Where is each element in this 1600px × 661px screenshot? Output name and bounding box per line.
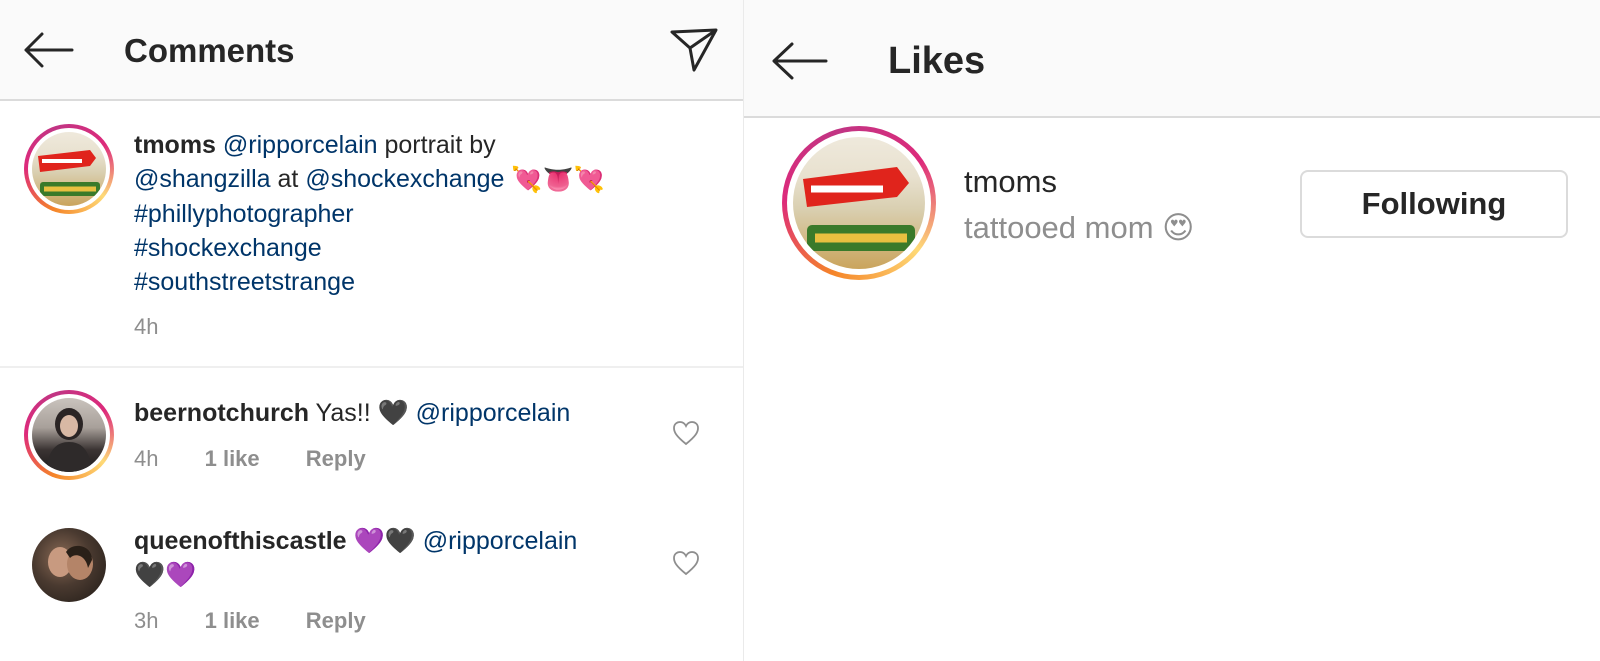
following-button[interactable]: Following bbox=[1300, 170, 1568, 238]
likes-header: Likes bbox=[744, 0, 1600, 118]
page-title: Comments bbox=[124, 32, 295, 69]
likes-count-link[interactable]: 1 like bbox=[205, 608, 260, 634]
heart-icon[interactable] bbox=[672, 550, 700, 576]
caption-text: portrait by bbox=[377, 131, 496, 159]
liker-username[interactable]: tmoms bbox=[964, 164, 1057, 200]
profile-photo-icon bbox=[46, 408, 92, 472]
profile-photo-icon bbox=[48, 545, 93, 580]
comment-timestamp: 3h bbox=[134, 608, 159, 633]
comment-body: Yas!! 🖤 bbox=[309, 399, 416, 427]
likes-panel: Likes bbox=[744, 0, 1600, 661]
emoji-text: 💘👅💘 bbox=[511, 166, 605, 195]
mention-link[interactable]: @ripporcelain bbox=[423, 527, 578, 555]
avatar[interactable] bbox=[32, 528, 106, 602]
comment-meta: 4h 1 like Reply bbox=[134, 446, 406, 472]
comment-body: 🖤💜 bbox=[134, 561, 197, 589]
comments-header: Comments bbox=[0, 0, 744, 101]
hashtag-link[interactable]: #shockexchange bbox=[134, 231, 694, 265]
liker-bio: tattooed mom 😍 bbox=[964, 210, 1195, 245]
avatar[interactable] bbox=[782, 126, 936, 280]
comment-text: queenofthiscastle 💜🖤 @ripporcelain 🖤💜 bbox=[134, 524, 654, 592]
mention-link[interactable]: @ripporcelain bbox=[223, 131, 378, 159]
comment-username[interactable]: queenofthiscastle bbox=[134, 527, 347, 555]
reply-button[interactable]: Reply bbox=[306, 446, 366, 472]
caption-username[interactable]: tmoms bbox=[134, 131, 216, 159]
sign-image-icon bbox=[38, 150, 100, 196]
back-arrow-icon[interactable] bbox=[770, 40, 828, 82]
heart-icon[interactable] bbox=[672, 420, 700, 446]
page-title: Likes bbox=[888, 40, 986, 82]
comment-timestamp: 4h bbox=[134, 446, 159, 471]
avatar[interactable] bbox=[24, 390, 114, 480]
comment-username[interactable]: beernotchurch bbox=[134, 399, 309, 427]
post-timestamp: 4h bbox=[134, 314, 159, 339]
send-icon[interactable] bbox=[668, 26, 720, 74]
post-caption: tmoms @ripporcelain portrait by @shangzi… bbox=[134, 128, 694, 299]
comment-text: beernotchurch Yas!! 🖤 @ripporcelain bbox=[134, 396, 654, 430]
sign-image-icon bbox=[803, 167, 915, 251]
avatar[interactable] bbox=[24, 124, 114, 214]
hashtag-link[interactable]: #phillyphotographer bbox=[134, 197, 694, 231]
comment-meta: 3h 1 like Reply bbox=[134, 608, 406, 634]
hashtag-link[interactable]: #southstreetstrange bbox=[134, 265, 694, 299]
mention-link[interactable]: @shangzilla bbox=[134, 165, 271, 193]
mention-link[interactable]: @ripporcelain bbox=[416, 399, 571, 427]
comments-panel: Comments tmoms @ripporcelain portrait by… bbox=[0, 0, 744, 661]
likes-count-link[interactable]: 1 like bbox=[205, 446, 260, 472]
comment-body: 💜🖤 bbox=[346, 527, 423, 555]
mention-link[interactable]: @shockexchange bbox=[305, 165, 504, 193]
divider bbox=[0, 366, 744, 368]
reply-button[interactable]: Reply bbox=[306, 608, 366, 634]
back-arrow-icon[interactable] bbox=[22, 30, 74, 70]
caption-text: at bbox=[270, 165, 306, 193]
